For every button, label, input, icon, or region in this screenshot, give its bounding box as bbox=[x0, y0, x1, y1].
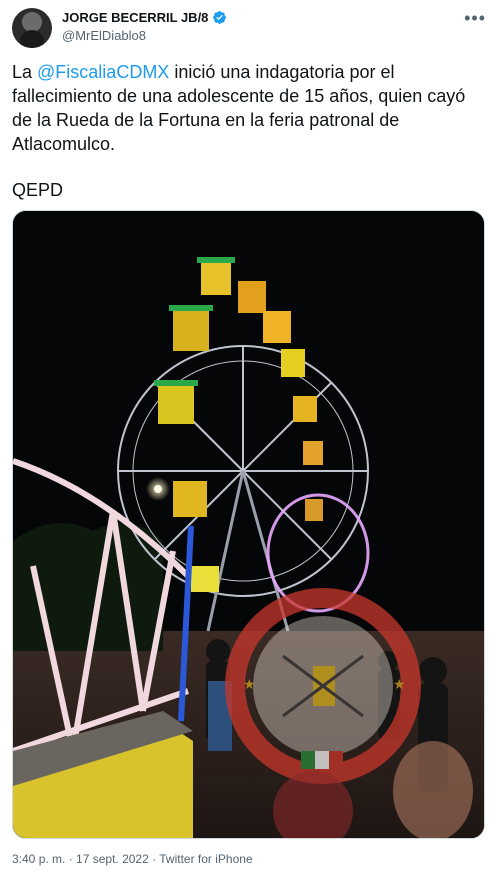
tweet-source: Twitter for iPhone bbox=[159, 852, 253, 866]
svg-text:★: ★ bbox=[393, 676, 406, 692]
author-handle[interactable]: @MrElDiablo8 bbox=[62, 28, 146, 43]
tweet-date[interactable]: 17 sept. 2022 bbox=[76, 852, 149, 866]
meta-separator: · bbox=[148, 852, 160, 866]
tweet-time[interactable]: 3:40 p. m. bbox=[12, 852, 65, 866]
tweet-text-prefix: La bbox=[12, 62, 38, 82]
tweet-closing: QEPD bbox=[12, 180, 64, 200]
avatar[interactable] bbox=[12, 8, 52, 48]
meta-separator: · bbox=[65, 852, 77, 866]
tweet-meta: 3:40 p. m. · 17 sept. 2022 · Twitter for… bbox=[12, 852, 253, 866]
tweet-photo[interactable]: ★ ★ bbox=[12, 210, 485, 839]
tweet-text: La @FiscaliaCDMX inició una indagatoria … bbox=[12, 60, 482, 156]
watermark-seal: ★ ★ bbox=[225, 588, 421, 784]
author-display-name[interactable]: JORGE BECERRIL JB/8 bbox=[62, 10, 208, 25]
verified-badge-icon bbox=[213, 11, 227, 24]
more-icon[interactable]: ••• bbox=[464, 8, 486, 29]
tweet-header: JORGE BECERRIL JB/8 @MrElDiablo8 ••• bbox=[12, 8, 490, 48]
mention-link[interactable]: @FiscaliaCDMX bbox=[37, 62, 169, 82]
ferris-wheel-photo: ★ ★ bbox=[13, 211, 484, 838]
svg-text:★: ★ bbox=[243, 676, 256, 692]
author-name-row[interactable]: JORGE BECERRIL JB/8 bbox=[62, 10, 227, 25]
